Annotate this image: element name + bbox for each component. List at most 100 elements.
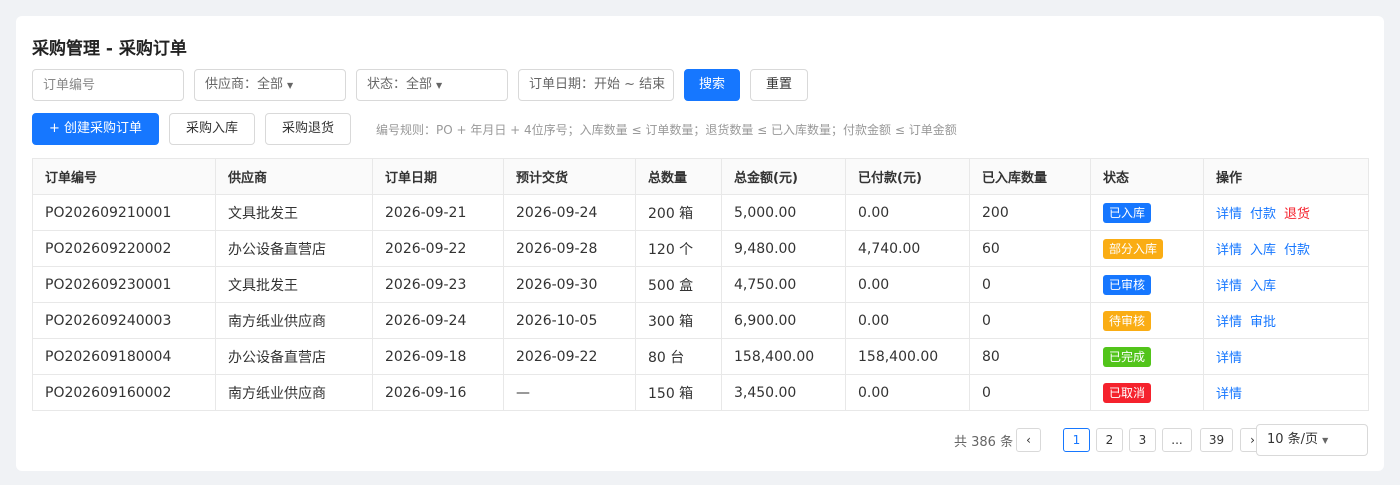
row-action-link[interactable]: 详情 <box>1216 207 1242 222</box>
cell-paid: 158,400.00 <box>845 338 970 375</box>
cell-received: 60 <box>969 230 1091 267</box>
cell-order-no: PO202609210001 <box>32 194 216 231</box>
status-badge: 已取消 <box>1103 382 1152 403</box>
numbering-rule-text: 编号规则：PO + 年月日 + 4位序号；入库数量 ≤ 订单数量；退货数量 ≤ … <box>376 123 957 137</box>
page-button[interactable]: 1 <box>1063 428 1090 452</box>
column-header: 供应商 <box>215 158 373 195</box>
table-row: PO202609160002 南方纸业供应商 2026-09-16—150 箱 3,4… <box>32 374 1369 411</box>
table-row: PO202609210001 文具批发王 2026-09-21 2026-09-24 2… <box>32 194 1369 231</box>
cell-order-no: PO202609180004 <box>32 338 216 375</box>
page-title: 采购管理 - 采购订单 <box>32 39 187 59</box>
orders-table: 订单编号 供应商 订单日期 预计交货 总数量 总金额(元) 已付款(元) 已入库数量 状态 操作 … <box>32 158 1369 411</box>
cell-amount: 9,480.00 <box>721 230 846 267</box>
search-button[interactable]: 搜索 <box>684 69 740 101</box>
page-button[interactable]: 39 <box>1200 428 1233 452</box>
cell-supplier: 办公设备直营店 <box>215 230 373 267</box>
table-header-row: 订单编号 供应商 订单日期 预计交货 总数量 总金额(元) 已付款(元) 已入库数量 状态 操作 <box>32 158 1369 195</box>
cell-operations: 详情 <box>1203 374 1369 411</box>
status-badge: 已审核 <box>1103 274 1152 295</box>
cell-order-no: PO202609240003 <box>32 302 216 339</box>
cell-supplier: 南方纸业供应商 <box>215 302 373 339</box>
cell-paid: 0.00 <box>845 266 970 303</box>
row-action-link[interactable]: 详情 <box>1216 351 1242 366</box>
cell-qty: 150 箱 <box>635 374 722 411</box>
column-header: 操作 <box>1203 158 1369 195</box>
supplier-select-value: 供应商：全部 <box>205 77 284 92</box>
table-row: PO202609180004 办公设备直营店 2026-09-18 2026-09-2… <box>32 338 1369 375</box>
row-action-link[interactable]: 详情 <box>1216 387 1242 402</box>
cell-amount: 4,750.00 <box>721 266 846 303</box>
cell-status: 已审核 <box>1090 266 1204 303</box>
cell-supplier: 文具批发王 <box>215 266 373 303</box>
column-header: 状态 <box>1090 158 1204 195</box>
cell-amount: 5,000.00 <box>721 194 846 231</box>
status-badge: 已入库 <box>1103 202 1152 223</box>
page-button[interactable]: 3 <box>1129 428 1156 452</box>
page-size-select[interactable]: 10 条/页 ▼ <box>1256 424 1368 456</box>
row-action-link[interactable]: 详情 <box>1216 279 1242 294</box>
cell-paid: 0.00 <box>845 374 970 411</box>
cell-operations: 详情 付款 退货 <box>1203 194 1369 231</box>
row-action-link[interactable]: 付款 <box>1284 243 1310 258</box>
date-range-picker[interactable]: 订单日期：开始 ~ 结束 <box>518 69 674 101</box>
order-no-field[interactable] <box>32 69 184 101</box>
prev-page-button[interactable]: ‹ <box>1016 428 1041 452</box>
cell-status: 已取消 <box>1090 374 1204 411</box>
cell-date: 2026-09-21 <box>372 194 504 231</box>
cell-supplier: 文具批发王 <box>215 194 373 231</box>
cell-received: 200 <box>969 194 1091 231</box>
inbound-button[interactable]: 采购入库 <box>169 113 255 145</box>
status-badge: 部分入库 <box>1103 238 1164 259</box>
row-action-link[interactable]: 入库 <box>1250 243 1276 258</box>
cell-date: 2026-09-23 <box>372 266 504 303</box>
chevron-down-icon: ▼ <box>436 81 443 90</box>
row-action-link[interactable]: 审批 <box>1250 315 1276 330</box>
cell-operations: 详情 入库 <box>1203 266 1369 303</box>
row-action-link[interactable]: 付款 <box>1250 207 1276 222</box>
page-ellipsis: ... <box>1162 428 1192 452</box>
page-button[interactable]: 2 <box>1096 428 1123 452</box>
cell-qty: 500 盒 <box>635 266 722 303</box>
cell-paid: 4,740.00 <box>845 230 970 267</box>
cell-received: 0 <box>969 302 1091 339</box>
cell-status: 已完成 <box>1090 338 1204 375</box>
status-select-value: 状态：全部 <box>367 77 433 92</box>
row-action-link[interactable]: 入库 <box>1250 279 1276 294</box>
cell-operations: 详情 入库 付款 <box>1203 230 1369 267</box>
cell-delivery: — <box>503 374 636 411</box>
create-order-button[interactable]: + 创建采购订单 <box>32 113 159 145</box>
row-action-link[interactable]: 详情 <box>1216 243 1242 258</box>
orders-table-wrap: 订单编号 供应商 订单日期 预计交货 总数量 总金额(元) 已付款(元) 已入库数量 状态 操作 … <box>32 158 1369 411</box>
cell-date: 2026-09-22 <box>372 230 504 267</box>
chevron-down-icon: ▼ <box>1322 436 1329 445</box>
row-action-link[interactable]: 退货 <box>1284 207 1310 222</box>
cell-order-no: PO202609160002 <box>32 374 216 411</box>
cell-delivery: 2026-09-22 <box>503 338 636 375</box>
cell-delivery: 2026-10-05 <box>503 302 636 339</box>
supplier-select[interactable]: 供应商：全部 ▼ <box>194 69 346 101</box>
column-header: 预计交货 <box>503 158 636 195</box>
cell-order-no: PO202609220002 <box>32 230 216 267</box>
cell-received: 80 <box>969 338 1091 375</box>
table-row: PO202609240003 南方纸业供应商 2026-09-24 2026-10-0… <box>32 302 1369 339</box>
row-action-link[interactable]: 详情 <box>1216 315 1242 330</box>
date-range-value: 订单日期：开始 ~ 结束 <box>529 77 666 92</box>
cell-date: 2026-09-18 <box>372 338 504 375</box>
cell-qty: 300 箱 <box>635 302 722 339</box>
return-button[interactable]: 采购退货 <box>265 113 351 145</box>
cell-qty: 200 箱 <box>635 194 722 231</box>
cell-delivery: 2026-09-28 <box>503 230 636 267</box>
cell-operations: 详情 审批 <box>1203 302 1369 339</box>
cell-supplier: 办公设备直营店 <box>215 338 373 375</box>
cell-delivery: 2026-09-24 <box>503 194 636 231</box>
cell-supplier: 南方纸业供应商 <box>215 374 373 411</box>
cell-date: 2026-09-16 <box>372 374 504 411</box>
cell-qty: 120 个 <box>635 230 722 267</box>
table-row: PO202609220002 办公设备直营店 2026-09-22 2026-09-2… <box>32 230 1369 267</box>
status-select[interactable]: 状态：全部 ▼ <box>356 69 508 101</box>
reset-button[interactable]: 重置 <box>750 69 808 101</box>
cell-received: 0 <box>969 374 1091 411</box>
order-no-input[interactable] <box>43 70 173 100</box>
cell-operations: 详情 <box>1203 338 1369 375</box>
chevron-down-icon: ▼ <box>287 81 294 90</box>
